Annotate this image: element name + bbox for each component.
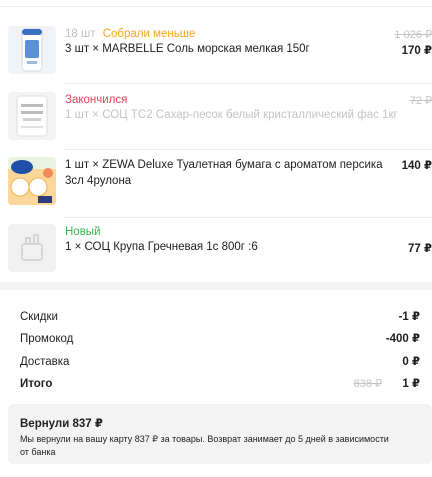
item-old-price: 72 ₽: [409, 95, 432, 107]
delivery-value: 0 ₽: [402, 356, 420, 368]
order-item-buckwheat[interactable]: Новый 1 × СОЦ Крупа Гречневая 1с 800г :6…: [0, 224, 432, 282]
total-old-value: 838 ₽: [353, 378, 382, 390]
product-image-placeholder: [8, 224, 56, 272]
summary-promo: Промокод -400 ₽: [20, 330, 420, 348]
order-item-zewa[interactable]: 1 шт × ZEWA Deluxe Туалетная бумага с ар…: [0, 157, 432, 223]
summary-delivery: Доставка 0 ₽: [20, 353, 420, 371]
refund-title: Вернули 837 ₽: [20, 418, 103, 430]
top-divider: [0, 6, 432, 7]
product-image-sugar: [8, 92, 56, 140]
status-new: Новый: [65, 226, 101, 238]
delivery-label: Доставка: [20, 356, 70, 368]
product-image-salt: [8, 26, 56, 74]
item-title: 3 шт × MARBELLE Соль морская мелкая 150г: [65, 43, 310, 55]
summary-discounts: Скидки -1 ₽: [20, 308, 420, 326]
discounts-label: Скидки: [20, 311, 58, 323]
total-value: 1 ₽: [402, 378, 420, 390]
status-out-of-stock: Закончился: [65, 94, 128, 106]
item-status: 18 шт Собрали меньше: [65, 27, 195, 41]
promo-label: Промокод: [20, 333, 74, 345]
discounts-value: -1 ₽: [398, 311, 420, 323]
refund-notice: Вернули 837 ₽ Мы вернули на вашу карту 8…: [8, 404, 432, 464]
refund-text: Мы вернули на вашу карту 837 ₽ за товары…: [20, 434, 389, 457]
item-old-price: 1 026 ₽: [394, 29, 432, 41]
product-image-zewa: [8, 157, 56, 205]
status-partial: Собрали меньше: [102, 28, 196, 40]
item-price: 77 ₽: [408, 243, 432, 255]
item-title: 1 × СОЦ Крупа Гречневая 1с 800г :6: [65, 241, 258, 253]
order-item-sugar[interactable]: Закончился 1 шт × СОЦ ТС2 Сахар-песок бе…: [0, 92, 432, 150]
item-price: 170 ₽: [401, 45, 432, 57]
promo-value: -400 ₽: [385, 333, 420, 345]
total-label: Итого: [20, 378, 53, 390]
item-price: 140 ₽: [401, 160, 432, 172]
order-item-salt[interactable]: 18 шт Собрали меньше 3 шт × MARBELLE Сол…: [0, 26, 432, 84]
section-divider: [0, 282, 432, 290]
item-count: 18 шт: [65, 28, 96, 40]
item-title: 1 шт × ZEWA Deluxe Туалетная бумага с ар…: [65, 159, 383, 187]
item-title: 1 шт × СОЦ ТС2 Сахар-песок белый кристал…: [65, 109, 398, 121]
item-divider: [65, 83, 432, 84]
item-divider: [65, 217, 432, 218]
item-divider: [65, 149, 432, 150]
summary-total: Итого 838 ₽ 1 ₽: [20, 375, 420, 393]
